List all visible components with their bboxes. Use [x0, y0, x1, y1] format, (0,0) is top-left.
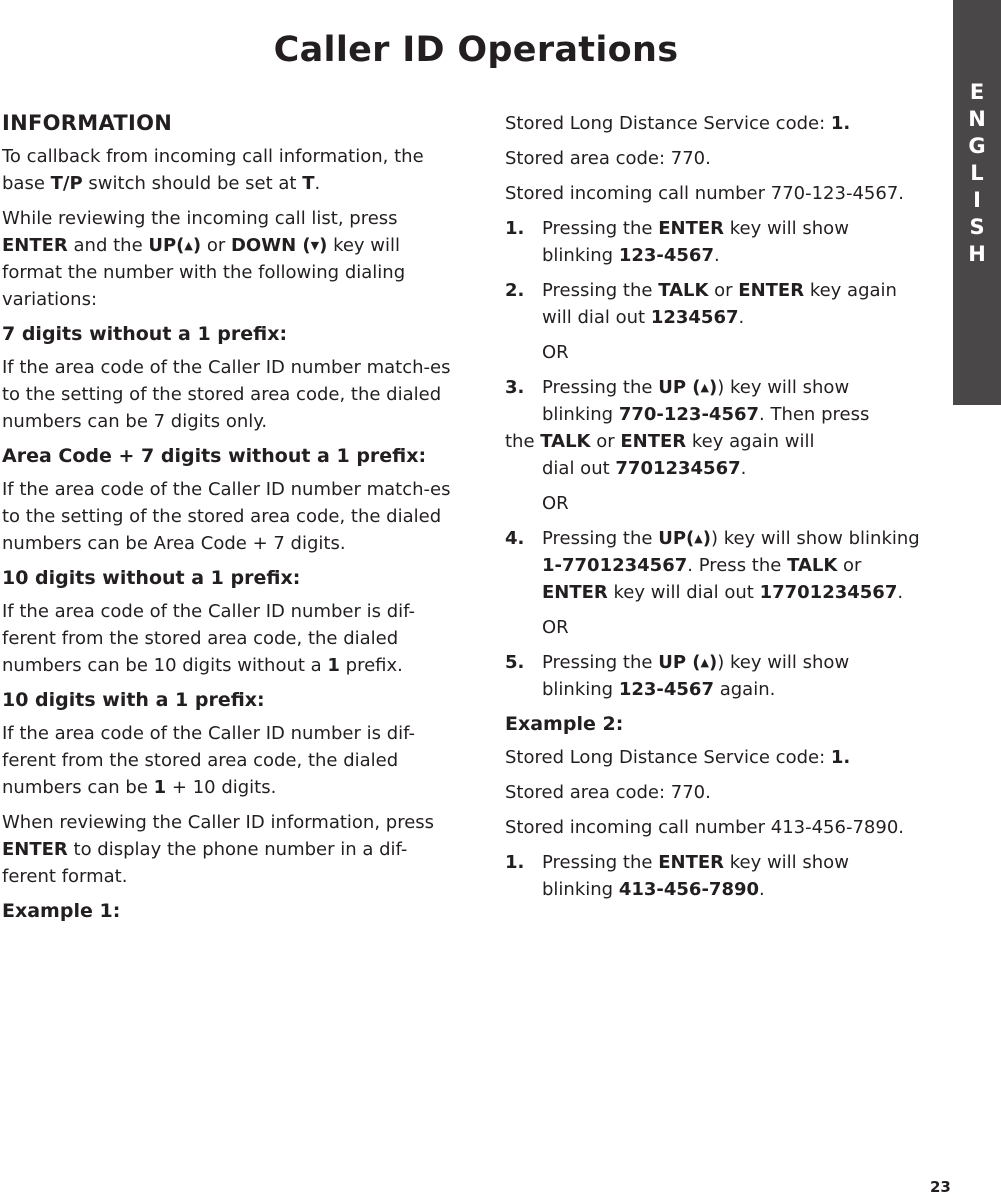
stored-area-code: Stored area code: 770. [505, 148, 711, 169]
or-separator: OR [542, 493, 569, 514]
paragraph: If the area code of the Caller ID number… [2, 357, 451, 432]
paragraph: If the area code of the Caller ID number… [2, 601, 415, 676]
stored-area-code: Stored area code: 770. [505, 782, 711, 803]
paragraph: When reviewing the Caller ID information… [2, 812, 435, 887]
side-tab-letter: E [969, 80, 985, 104]
up-arrow-icon: ▲ [694, 532, 703, 545]
section-heading: INFORMATION [2, 111, 173, 135]
up-arrow-icon: ▲ [184, 239, 193, 252]
page-number: 23 [930, 1178, 951, 1196]
stored-ld-code: Stored Long Distance Service code: 1. [505, 113, 851, 134]
paragraph: If the area code of the Caller ID number… [2, 479, 451, 554]
up-arrow-icon: ▲ [700, 381, 709, 394]
side-tab-letter: G [968, 134, 986, 158]
page-title: Caller ID Operations [273, 30, 679, 70]
side-tab-letter: H [968, 242, 986, 266]
section-heading: 7 digits without a 1 prefix: [2, 323, 288, 345]
step-item: 1. Pressing the ENTER key will show blink… [505, 218, 849, 266]
step-item: 4. Pressing the UP(▲)) key will show blin… [505, 528, 920, 603]
down-arrow-icon: ▼ [310, 239, 320, 252]
stored-incoming-number: Stored incoming call number 413-456-7890… [505, 817, 904, 838]
language-side-tab: E N G L I S H [953, 0, 1001, 405]
step-item: 5. Pressing the UP (▲)) key will show bli… [505, 652, 850, 700]
section-heading: 10 digits without a 1 prefix: [2, 567, 301, 589]
right-column: Stored Long Distance Service code: 1. St… [505, 110, 925, 911]
up-arrow-icon: ▲ [700, 656, 709, 669]
or-separator: OR [542, 342, 569, 363]
example-heading: Example 1: [2, 900, 121, 922]
example-heading: Example 2: [505, 713, 624, 735]
side-tab-letter: I [973, 188, 981, 212]
side-tab-letter: N [968, 107, 986, 131]
section-heading: Area Code + 7 digits without a 1 prefix: [2, 445, 427, 467]
side-tab-letter: S [969, 215, 985, 239]
side-tab-letter: L [970, 161, 984, 185]
paragraph: While reviewing the incoming call list, … [2, 208, 406, 310]
step-item: 2. Pressing the TALK or ENTER key again w… [505, 280, 897, 328]
or-separator: OR [542, 617, 569, 638]
step-item: 1. Pressing the ENTER key will show blink… [505, 852, 849, 900]
paragraph: If the area code of the Caller ID number… [2, 723, 415, 798]
section-heading: 10 digits with a 1 prefix: [2, 689, 265, 711]
stored-incoming-number: Stored incoming call number 770-123-4567… [505, 183, 904, 204]
paragraph: To callback from incoming call informati… [2, 146, 424, 194]
stored-ld-code: Stored Long Distance Service code: 1. [505, 747, 851, 768]
step-item: 3. Pressing the UP (▲)) key will show bli… [505, 377, 870, 479]
left-column: INFORMATION To callback from incoming ca… [2, 110, 452, 931]
